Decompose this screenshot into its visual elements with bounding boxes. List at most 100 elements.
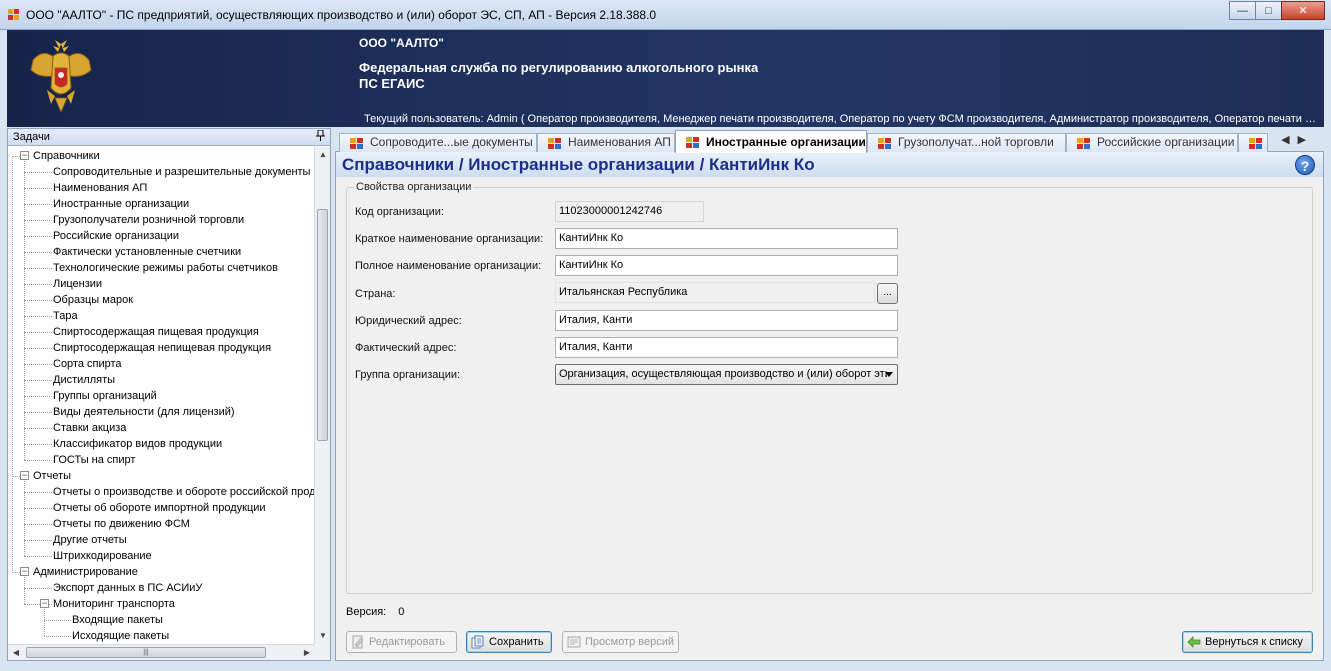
choose-country-button[interactable]: ... (877, 283, 898, 304)
tree-item[interactable]: Иностранные организации (53, 196, 189, 212)
tree-connector (44, 636, 71, 637)
tree-item[interactable]: Сорта спирта (53, 356, 122, 372)
tree-item[interactable]: Фактически установленные счетчики (53, 244, 241, 260)
collapse-toggle-icon[interactable]: − (20, 151, 29, 160)
tree-connector (24, 556, 52, 557)
collapse-toggle-icon[interactable]: − (40, 599, 49, 608)
group-title: Свойства организации (354, 181, 474, 193)
tree-item-label: Входящие пакеты (72, 614, 163, 626)
tree-item[interactable]: Наименования АП (53, 180, 147, 196)
tree-horizontal-scrollbar[interactable]: ◀ ||| ▶ (8, 644, 315, 660)
tree-item[interactable]: Сопроводительные и разрешительные докуме… (53, 164, 310, 180)
tab-product-names[interactable]: Наименования АП (537, 133, 675, 152)
version-value: 0 (398, 606, 405, 618)
tab-accompanying-docs[interactable]: Сопроводите...ые документы (339, 133, 537, 152)
tab-label: Грузополучат...ной торговли (898, 135, 1054, 149)
scroll-right-arrow-icon[interactable]: ▶ (299, 645, 315, 661)
actual-address-field[interactable]: Италия, Канти (555, 337, 898, 358)
header-banner: ООО "ААЛТО" Федеральная служба по регули… (7, 30, 1324, 127)
tree-connector (24, 492, 52, 493)
tree-item[interactable]: Отчеты (33, 468, 71, 484)
tab-scroll-arrows-icon[interactable]: ◀▶ (1281, 133, 1314, 146)
scroll-left-arrow-icon[interactable]: ◀ (8, 645, 24, 661)
short-name-field[interactable]: КантиИнк Ко (555, 228, 898, 249)
window-titlebar: ООО "ААЛТО" - ПС предприятий, осуществля… (0, 0, 1331, 30)
tree-item[interactable]: Мониторинг транспорта (53, 596, 175, 612)
org-group-select[interactable]: Организация, осуществляющая производство… (555, 364, 898, 385)
tree-item-label: Справочники (33, 150, 100, 162)
tree-item[interactable]: Образцы марок (53, 292, 133, 308)
view-versions-button[interactable]: Просмотр версий (562, 631, 679, 653)
tree-item[interactable]: Технологические режимы работы счетчиков (53, 260, 278, 276)
version-label: Версия: (346, 606, 387, 618)
tree-item[interactable]: Виды деятельности (для лицензий) (53, 404, 235, 420)
tree-item-label: Наименования АП (53, 182, 148, 194)
tree-connector (24, 284, 52, 285)
tab-russian-organizations[interactable]: Российские организации (1066, 133, 1238, 152)
tree-connector (24, 316, 52, 317)
tree-item[interactable]: Классификатор видов продукции (53, 436, 222, 452)
tree-item[interactable]: Входящие пакеты (72, 612, 163, 628)
task-tree[interactable]: Справочники − Сопроводительные и разрешите… (8, 147, 315, 644)
maximize-button[interactable]: □ (1255, 1, 1282, 20)
tree-item[interactable]: Отчеты по движению ФСМ (53, 516, 190, 532)
legal-address-label: Юридический адрес: (355, 315, 462, 327)
tree-item[interactable]: Грузополучатели розничной торговли (53, 212, 244, 228)
tree-item-label: Лицензии (53, 278, 103, 290)
tree-item[interactable]: Спиртосодержащая пищевая продукция (53, 324, 259, 340)
tree-item[interactable]: ГОСТы на спирт (53, 452, 135, 468)
tree-item[interactable]: Отчеты о производстве и обороте российск… (53, 484, 315, 500)
tree-connector (12, 156, 13, 573)
help-icon[interactable]: ? (1295, 155, 1315, 175)
back-to-list-button[interactable]: Вернуться к списку (1182, 631, 1313, 653)
tree-item[interactable]: Экспорт данных в ПС АСИиУ (53, 580, 202, 596)
table-icon (686, 137, 700, 148)
collapse-toggle-icon[interactable]: − (20, 567, 29, 576)
legal-address-field[interactable]: Италия, Канти (555, 310, 898, 331)
tree-item[interactable]: Дистилляты (53, 372, 115, 388)
tree-connector (24, 300, 52, 301)
tree-item[interactable]: Исходящие пакеты (72, 628, 169, 644)
tree-item[interactable]: Отчеты об обороте импортной продукции (53, 500, 266, 516)
tree-vertical-scrollbar[interactable]: ▲ ▼ (314, 147, 330, 644)
country-field: Итальянская Республика (555, 282, 875, 303)
save-button-label: Сохранить (489, 636, 544, 648)
tree-item-label: Классификатор видов продукции (53, 438, 223, 450)
tab-retail-consignees[interactable]: Грузополучат...ной торговли (867, 133, 1066, 152)
tab-overflow[interactable] (1238, 133, 1268, 152)
tree-item-label: Технологические режимы работы счетчиков (53, 262, 278, 274)
tree-item-label: Сопроводительные и разрешительные докуме… (53, 166, 311, 178)
hscroll-thumb[interactable]: ||| (26, 647, 266, 658)
tree-item[interactable]: Ставки акциза (53, 420, 126, 436)
tree-item-label: Мониторинг транспорта (53, 598, 175, 610)
full-name-field[interactable]: КантиИнк Ко (555, 255, 898, 276)
tree-item[interactable]: Российские организации (53, 228, 179, 244)
scroll-thumb[interactable] (317, 209, 328, 441)
tab-foreign-organizations[interactable]: Иностранные организации (675, 130, 867, 153)
tree-item[interactable]: Тара (53, 308, 78, 324)
tree-item[interactable]: Спиртосодержащая непищевая продукция (53, 340, 271, 356)
tree-item[interactable]: Другие отчеты (53, 532, 127, 548)
pin-icon[interactable] (316, 129, 325, 147)
save-button[interactable]: Сохранить (466, 631, 552, 653)
scroll-up-arrow-icon[interactable]: ▲ (315, 147, 331, 163)
country-label: Страна: (355, 288, 396, 300)
collapse-toggle-icon[interactable]: − (20, 471, 29, 480)
scroll-down-arrow-icon[interactable]: ▼ (315, 628, 331, 644)
tree-item[interactable]: Лицензии (53, 276, 102, 292)
tree-item[interactable]: Администрирование (33, 564, 138, 580)
edit-button[interactable]: Редактировать (346, 631, 457, 653)
tree-item[interactable]: Группы организаций (53, 388, 157, 404)
versions-icon (567, 636, 581, 648)
tree-item-label: Штрихкодирование (53, 550, 152, 562)
tree-item[interactable]: Справочники (33, 148, 100, 164)
tree-item-label: Исходящие пакеты (72, 630, 170, 642)
tree-connector (24, 380, 52, 381)
table-icon (350, 138, 364, 149)
close-button[interactable]: ✕ (1281, 1, 1325, 20)
tree-item[interactable]: Штрихкодирование (53, 548, 152, 564)
tree-item-label: Фактически установленные счетчики (53, 246, 242, 258)
tree-item-label: Отчеты о производстве и обороте российск… (53, 486, 315, 498)
minimize-button[interactable]: — (1229, 1, 1256, 20)
view-versions-button-label: Просмотр версий (585, 636, 675, 648)
